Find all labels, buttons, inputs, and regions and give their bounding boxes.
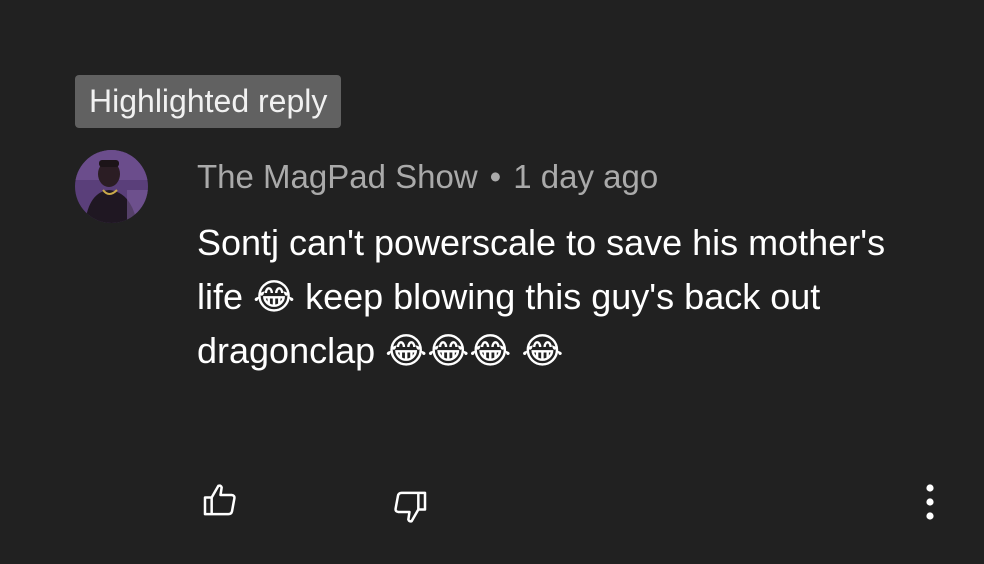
avatar-image xyxy=(75,150,148,223)
more-options-button[interactable] xyxy=(912,478,948,526)
author-name[interactable]: The MagPad Show xyxy=(197,158,478,195)
dislike-button[interactable] xyxy=(385,482,435,532)
highlighted-reply-badge: Highlighted reply xyxy=(75,75,342,128)
like-button[interactable] xyxy=(195,475,245,525)
comment-text: Sontj can't powerscale to save his mothe… xyxy=(197,222,896,371)
meta-separator: • xyxy=(489,158,502,195)
comment-timestamp[interactable]: 1 day ago xyxy=(513,158,658,195)
avatar[interactable] xyxy=(75,150,148,223)
comment-meta: The MagPad Show • 1 day ago xyxy=(197,155,658,199)
thumbs-down-icon xyxy=(394,491,427,523)
thumbs-up-icon xyxy=(203,484,236,516)
vertical-ellipsis-icon xyxy=(926,484,934,520)
